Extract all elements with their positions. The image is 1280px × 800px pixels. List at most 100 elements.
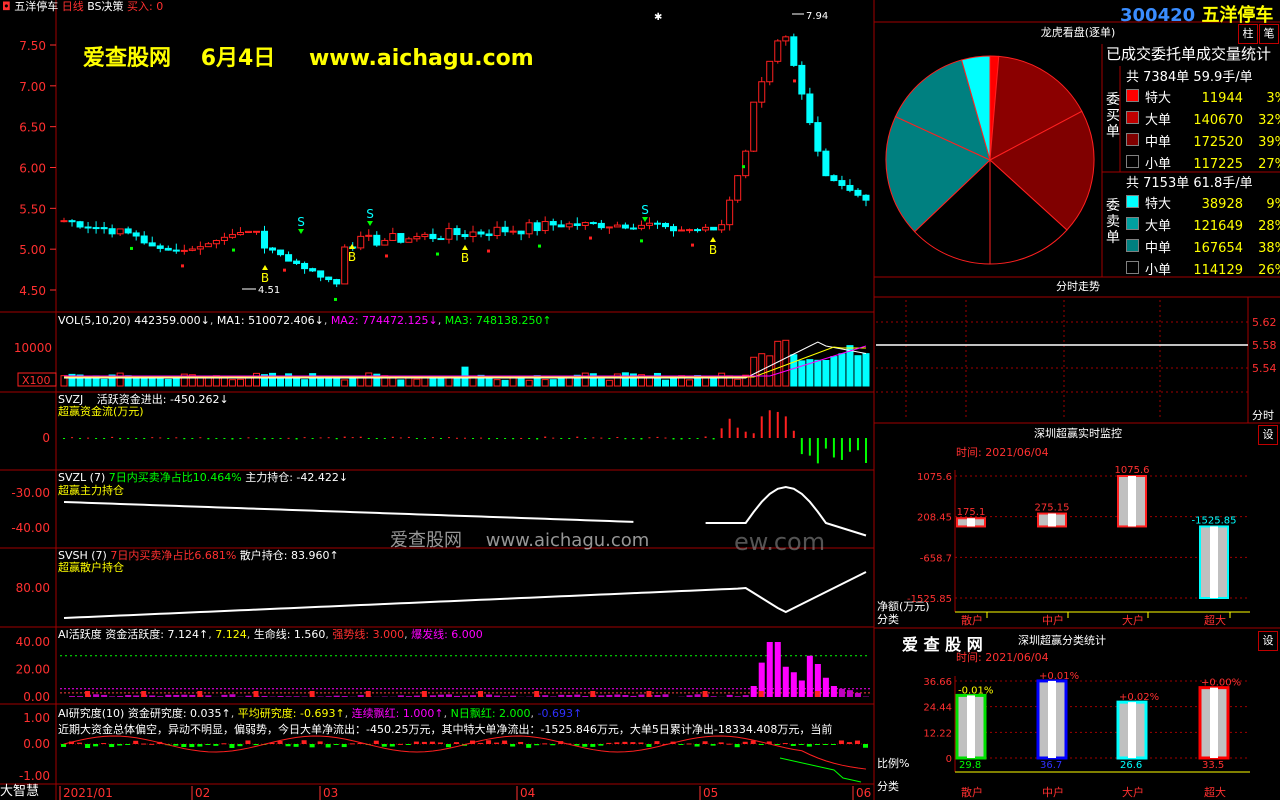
x-axis-label: 04	[520, 786, 535, 800]
volume-bar	[525, 379, 533, 387]
fund-flow-bar	[584, 438, 587, 439]
volume-bar	[301, 379, 309, 387]
vol-value: 442359.000↓	[134, 314, 210, 327]
research-bar	[109, 744, 115, 748]
volume-bar	[429, 377, 437, 387]
candle-body	[365, 234, 373, 237]
volume-bar	[252, 372, 260, 387]
activity-bar	[293, 696, 300, 697]
volume-bar	[597, 378, 605, 387]
candle-body	[236, 231, 244, 236]
candle-body	[285, 254, 293, 262]
candle-body	[525, 222, 533, 235]
signal-dot	[793, 79, 796, 83]
candle-body	[702, 226, 710, 231]
candle-body	[581, 222, 589, 226]
order-size-pct: 9%	[1266, 197, 1280, 212]
activity-bar	[582, 696, 589, 697]
fund-flow-bar	[536, 438, 539, 440]
research-bar	[550, 744, 556, 746]
order-size-name: 大单	[1145, 113, 1172, 128]
signal-arrow	[642, 217, 648, 222]
signal-dot	[181, 264, 184, 268]
candle-body	[164, 247, 172, 251]
candle-body	[758, 81, 766, 103]
candle-body	[260, 230, 269, 249]
activity-signal	[85, 691, 91, 697]
monitor-settings-button[interactable]: 设	[1258, 425, 1278, 445]
vol-tick-label: 10000	[14, 341, 52, 355]
candle-body	[156, 245, 164, 249]
research-avg-line	[63, 735, 867, 770]
ai-lifeline: 生命线: 1.560	[253, 628, 326, 641]
research-bar	[181, 744, 187, 748]
order-size-name: 小单	[1145, 263, 1172, 278]
fund-flow-bar	[335, 438, 338, 440]
candle-body	[429, 233, 437, 240]
order-size-pct: 3%	[1266, 91, 1280, 106]
volume-bar	[581, 372, 589, 387]
monitor-bar-label: 175.1	[957, 507, 986, 518]
research-bar	[293, 744, 299, 747]
order-size-value: 38928	[1201, 197, 1243, 212]
signal-label: 买入: 0	[127, 0, 164, 13]
signal-arrow	[349, 244, 355, 249]
stats2-category-label: 散户	[961, 785, 983, 799]
research-bar	[93, 744, 99, 747]
fund-flow-bar	[431, 437, 434, 439]
bar-mode-button[interactable]: 柱	[1238, 24, 1258, 44]
volume-bar	[854, 355, 862, 387]
order-size-value: 140670	[1193, 113, 1243, 128]
research-bar	[590, 744, 596, 747]
candle-body	[309, 268, 317, 272]
stats2-settings-button[interactable]: 设	[1258, 631, 1278, 651]
order-size-value: 117225	[1193, 157, 1243, 172]
fund-flow-bar	[95, 438, 98, 439]
fund-flow-bar	[824, 438, 827, 449]
research-tick-label: 0.00	[23, 737, 50, 751]
volume-bar	[413, 378, 421, 387]
candle-body	[766, 60, 774, 83]
candle-body	[317, 270, 325, 278]
candle-body	[605, 226, 613, 229]
volume-bar	[236, 378, 244, 387]
candle-body	[862, 194, 870, 201]
candle-body	[541, 221, 549, 232]
stroke-mode-button[interactable]: 笔	[1259, 24, 1279, 44]
activity-bar	[542, 695, 549, 697]
research-bar	[341, 744, 347, 748]
fund-flow-bar	[167, 438, 170, 439]
candle-body	[653, 222, 661, 225]
settings-icon[interactable]: ◘	[2, 0, 11, 13]
activity-bar	[510, 695, 517, 697]
candle-body	[68, 220, 76, 223]
fund-flow-bar	[768, 410, 771, 438]
low-label: 4.51	[258, 285, 280, 296]
candle-body	[501, 226, 509, 233]
research-bar	[782, 743, 788, 745]
candle-body	[838, 180, 846, 186]
research-bar	[197, 744, 203, 747]
svsh-position: 散户持仓: 83.960↑	[239, 549, 339, 562]
activity-signal	[197, 691, 203, 697]
candle-body	[453, 228, 461, 236]
research-last: -0.693↑	[537, 707, 583, 720]
research-bar	[654, 741, 660, 744]
fund-flow-bar	[239, 438, 242, 439]
research-bar	[117, 744, 123, 746]
research-bar	[862, 744, 868, 748]
activity-signal	[309, 691, 315, 697]
fund-flow-bar	[496, 438, 499, 439]
activity-bar	[453, 695, 460, 697]
fund-flow-bar	[712, 438, 715, 440]
sell-signal-marker: S	[297, 215, 305, 229]
right-stock-name: 五洋停车	[1201, 5, 1274, 26]
activity-bar	[790, 672, 797, 697]
legend-swatch	[1126, 111, 1139, 124]
legend-swatch	[1126, 217, 1139, 230]
intraday-tick-3: 5.54	[1252, 362, 1277, 375]
volume-bar	[605, 379, 613, 387]
candle-body	[357, 235, 365, 249]
monitor-tick-label: 208.45	[917, 513, 952, 524]
period-label[interactable]: 日线	[62, 0, 84, 13]
